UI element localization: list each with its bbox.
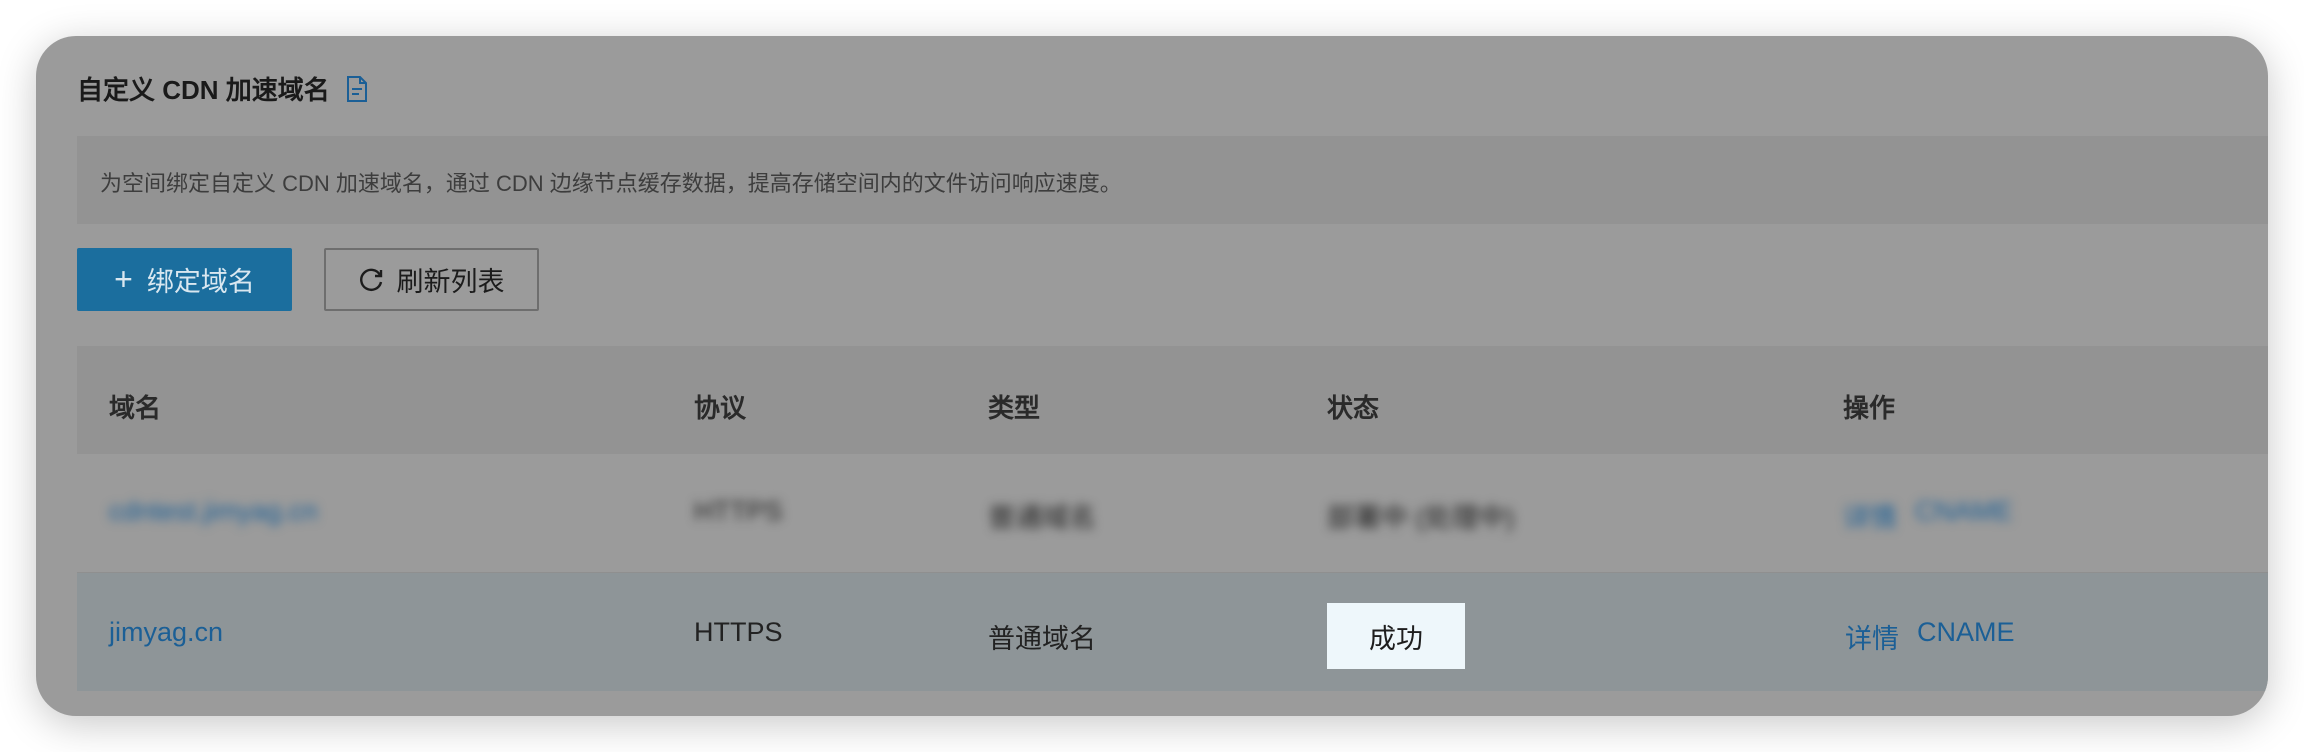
- refresh-list-button[interactable]: 刷新列表: [324, 248, 539, 311]
- document-icon[interactable]: [346, 75, 368, 103]
- domain-link[interactable]: cdntest.jimyag.cn: [109, 496, 318, 527]
- status-cell: 部署中 (处理中): [1327, 503, 1515, 533]
- type-cell: 普通域名: [988, 624, 1096, 654]
- cname-link[interactable]: CNAME: [1917, 617, 2015, 648]
- column-header-actions: 操作: [1843, 393, 1896, 423]
- column-header-protocol: 协议: [694, 393, 747, 423]
- details-link[interactable]: 详情: [1845, 617, 1899, 656]
- status-label: 成功: [1369, 623, 1423, 654]
- table-row: jimyag.cn HTTPS 普通域名 成功 详情 CNAME: [77, 573, 2268, 691]
- plus-icon: +: [114, 261, 133, 297]
- bind-domain-label: 绑定域名: [146, 267, 255, 297]
- info-text: 为空间绑定自定义 CDN 加速域名，通过 CDN 边缘节点缓存数据，提高存储空间…: [100, 171, 1122, 196]
- refresh-icon: [359, 268, 382, 291]
- cname-link[interactable]: CNAME: [1915, 496, 2013, 527]
- protocol-cell: HTTPS: [694, 617, 783, 647]
- type-cell: 普通域名: [988, 503, 1096, 533]
- status-badge: 成功: [1327, 603, 1465, 669]
- bind-domain-button[interactable]: + 绑定域名: [77, 248, 292, 311]
- table-row: cdntest.jimyag.cn HTTPS 普通域名 部署中 (处理中) 详…: [77, 454, 2268, 573]
- panel-header: 自定义 CDN 加速域名: [77, 70, 368, 107]
- domain-table: 域名 协议 类型 状态 操作 cdntest.jimyag.cn HTTPS 普…: [77, 346, 2268, 691]
- refresh-list-label: 刷新列表: [396, 267, 505, 297]
- column-header-type: 类型: [988, 393, 1041, 423]
- column-header-status: 状态: [1327, 393, 1380, 423]
- details-link[interactable]: 详情: [1843, 496, 1897, 535]
- protocol-cell: HTTPS: [694, 496, 783, 526]
- cdn-domain-panel: 自定义 CDN 加速域名 为空间绑定自定义 CDN 加速域名，通过 CDN 边缘…: [36, 36, 2268, 716]
- domain-link[interactable]: jimyag.cn: [109, 617, 223, 648]
- column-header-domain: 域名: [109, 393, 162, 423]
- panel-title: 自定义 CDN 加速域名: [77, 75, 330, 105]
- info-banner: 为空间绑定自定义 CDN 加速域名，通过 CDN 边缘节点缓存数据，提高存储空间…: [77, 136, 2268, 224]
- table-header: 域名 协议 类型 状态 操作: [77, 346, 2268, 454]
